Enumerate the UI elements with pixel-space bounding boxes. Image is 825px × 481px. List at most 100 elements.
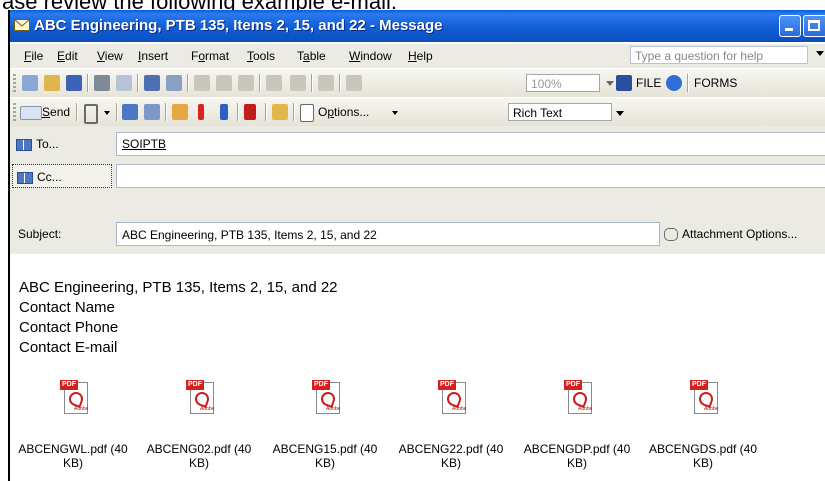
body-line: Contact Phone <box>19 319 119 336</box>
standard-toolbar: 100% FILE FORMS <box>10 68 825 98</box>
insert-file-icon[interactable] <box>172 104 188 120</box>
message-header: To... SOIPTB Cc... Subject: ABC Engineer… <box>10 126 825 254</box>
address-book-icon <box>16 138 32 151</box>
format-dropdown-arrow-icon[interactable] <box>616 111 624 116</box>
menu-help[interactable]: Help <box>408 49 433 63</box>
check-names-icon[interactable] <box>144 104 160 120</box>
attachment-icon <box>664 228 678 242</box>
send-button[interactable]: Send <box>42 105 70 119</box>
paperclip-icon[interactable] <box>84 104 98 124</box>
attachment-size: KB) <box>188 456 209 470</box>
body-line: Contact Name <box>19 299 115 316</box>
maximize-button[interactable] <box>803 15 825 37</box>
hyperlink-icon[interactable] <box>318 75 334 91</box>
attachment-name: ABCENGDP.pdf (40 <box>523 442 631 456</box>
cc-button[interactable]: Cc... <box>12 164 112 188</box>
title-bar[interactable]: ABC Engineering, PTB 135, Items 2, 15, a… <box>10 10 825 42</box>
permission-icon[interactable] <box>22 75 38 91</box>
print-icon[interactable] <box>94 75 110 91</box>
toolbar-separator <box>76 103 78 121</box>
toolbar-separator <box>265 103 267 121</box>
cut-icon[interactable] <box>194 75 210 91</box>
address-book-icon[interactable] <box>122 104 138 120</box>
options-button[interactable]: Options... <box>318 105 369 119</box>
subject-label: Subject: <box>18 227 62 241</box>
pdf-icon: PDF Adobe <box>60 380 89 414</box>
attachment-size: KB) <box>314 456 335 470</box>
attachment-item[interactable]: PDF Adobe ABCENGDP.pdf (40 KB) <box>516 380 638 470</box>
attachment-name: ABCENGDS.pdf (40 <box>648 442 758 456</box>
menu-table[interactable]: Table <box>297 49 326 63</box>
menu-bar: File Edit View Insert Format Tools Table… <box>10 44 825 68</box>
help-dropdown-arrow-icon[interactable] <box>816 51 824 56</box>
menu-tools[interactable]: Tools <box>247 49 275 63</box>
attachment-item[interactable]: PDF Adobe ABCENG02.pdf (40 KB) <box>138 380 260 470</box>
toolbar-separator <box>687 74 689 92</box>
attachment-size: KB) <box>440 456 461 470</box>
pdf-icon: PDF Adobe <box>564 380 593 414</box>
file-icon[interactable] <box>616 75 632 91</box>
table-icon[interactable] <box>346 75 362 91</box>
file-button[interactable]: FILE <box>636 76 661 90</box>
toolbar-separator <box>259 74 261 92</box>
attachment-name: ABCENG15.pdf (40 <box>272 442 378 456</box>
zoom-dropdown-arrow-icon[interactable] <box>606 81 614 86</box>
body-line: ABC Engineering, PTB 135, Items 2, 15, a… <box>19 279 338 296</box>
print-preview-icon[interactable] <box>116 75 132 91</box>
paste-icon[interactable] <box>238 75 254 91</box>
attachment-item[interactable]: PDF Adobe ABCENG15.pdf (40 KB) <box>264 380 386 470</box>
toolbar-separator <box>87 74 89 92</box>
toolbar-grip[interactable] <box>13 74 16 92</box>
attachment-name: ABCENGWL.pdf (40 <box>18 442 128 456</box>
undo-icon[interactable] <box>266 75 282 91</box>
help-icon[interactable] <box>666 75 682 91</box>
message-format-select[interactable]: Rich Text <box>508 103 612 121</box>
research-icon[interactable] <box>166 75 182 91</box>
toolbar-separator <box>339 74 341 92</box>
menu-window[interactable]: Window <box>349 49 392 63</box>
to-button[interactable]: To... <box>12 132 112 156</box>
attachment-name: ABCENG22.pdf (40 <box>398 442 504 456</box>
options-icon <box>300 104 314 122</box>
menu-insert[interactable]: Insert <box>138 49 168 63</box>
zoom-select[interactable]: 100% <box>526 74 600 92</box>
envelope-icon <box>14 19 30 31</box>
options-dropdown-arrow-icon[interactable] <box>392 111 398 115</box>
menu-format[interactable]: Format <box>191 49 229 63</box>
attachment-options-button[interactable]: Attachment Options... <box>664 227 797 242</box>
address-book-icon <box>17 171 33 184</box>
toolbar-separator <box>165 103 167 121</box>
toolbar-separator <box>293 103 295 121</box>
toolbar-separator <box>311 74 313 92</box>
forms-button[interactable]: FORMS <box>694 76 737 90</box>
attachment-size: KB) <box>62 456 83 470</box>
window-title: ABC Engineering, PTB 135, Items 2, 15, a… <box>34 17 443 34</box>
attachment-item[interactable]: PDF Adobe ABCENG22.pdf (40 KB) <box>390 380 512 470</box>
follow-up-flag-icon[interactable] <box>244 104 256 120</box>
to-field[interactable]: SOIPTB <box>116 132 825 156</box>
low-importance-icon[interactable] <box>220 104 228 120</box>
redo-icon[interactable] <box>290 75 306 91</box>
attach-dropdown-arrow-icon[interactable] <box>104 111 110 115</box>
toolbar-separator <box>116 103 118 121</box>
folder-icon[interactable] <box>272 104 288 120</box>
high-importance-icon[interactable] <box>198 104 204 120</box>
help-search-input[interactable]: Type a question for help <box>630 46 808 64</box>
attachment-item[interactable]: PDF Adobe ABCENGDS.pdf (40 KB) <box>642 380 764 470</box>
attachment-size: KB) <box>692 456 713 470</box>
save-icon[interactable] <box>66 75 82 91</box>
open-folder-icon[interactable] <box>44 75 60 91</box>
copy-icon[interactable] <box>216 75 232 91</box>
menu-view[interactable]: View <box>97 49 123 63</box>
minimize-button[interactable] <box>779 15 801 37</box>
menu-edit[interactable]: Edit <box>57 49 78 63</box>
attachment-name: ABCENG02.pdf (40 <box>146 442 252 456</box>
attachment-item[interactable]: PDF Adobe ABCENGWL.pdf (40 KB) <box>12 380 134 470</box>
attachment-size: KB) <box>566 456 587 470</box>
cc-field[interactable] <box>116 164 825 188</box>
menu-file[interactable]: File <box>24 49 43 63</box>
pdf-icon: PDF Adobe <box>690 380 719 414</box>
subject-field[interactable]: ABC Engineering, PTB 135, Items 2, 15, a… <box>116 222 660 246</box>
toolbar-grip[interactable] <box>13 103 16 121</box>
spelling-icon[interactable] <box>144 75 160 91</box>
